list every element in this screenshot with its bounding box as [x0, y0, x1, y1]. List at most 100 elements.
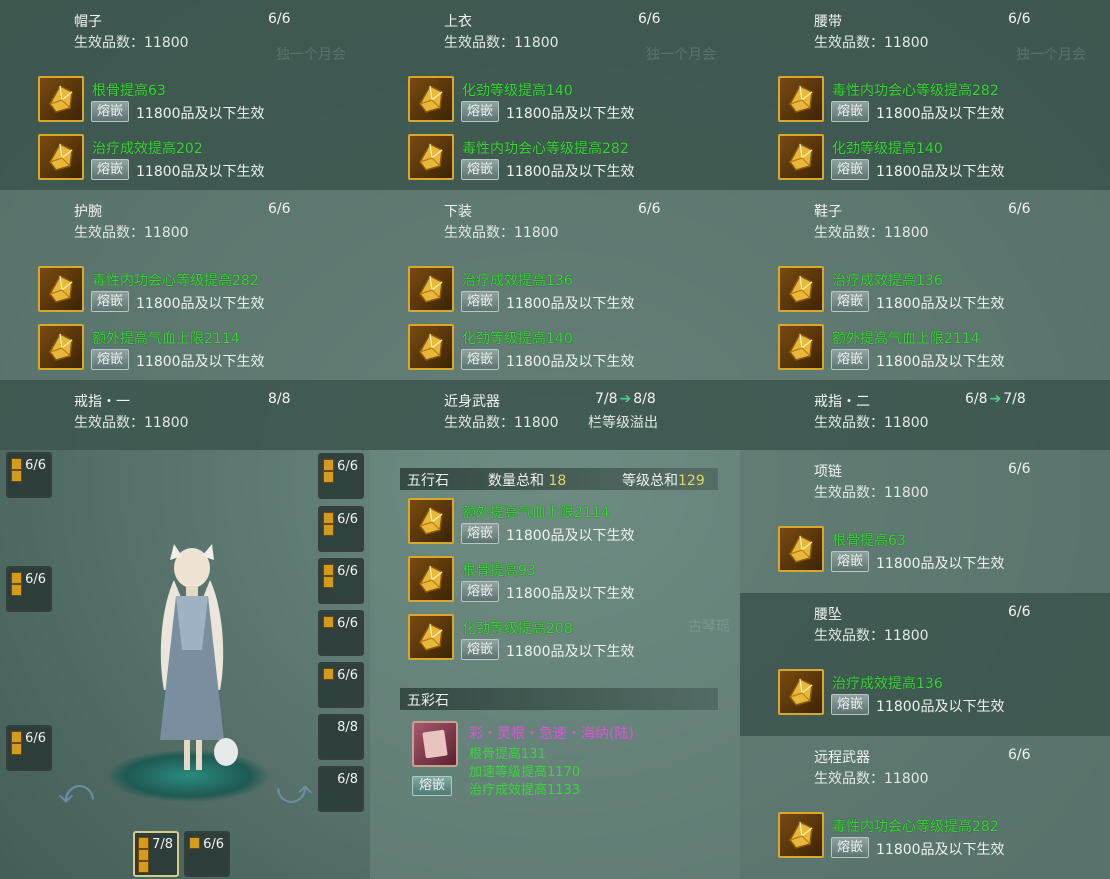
gem-icon[interactable] [38, 324, 84, 370]
panel-count: 6/6 [268, 201, 291, 217]
gem-rule: 11800品及以下生效 [136, 164, 265, 180]
gem-icon[interactable] [778, 134, 824, 180]
equip-slot[interactable]: 8/8 [318, 714, 364, 760]
slot-count: 7/8 [152, 837, 173, 852]
gem-slot-icon [323, 576, 334, 588]
equip-slot[interactable]: 6/6 [6, 725, 52, 771]
inlay-button[interactable]: 熔嵌 [91, 349, 130, 370]
wucai-name: 彩・灵根・急速・海纳(陆) [469, 726, 634, 742]
panel-title: 下装 [444, 204, 472, 220]
gem-icon[interactable] [408, 498, 454, 544]
gem-stat: 化劲等级提高208 [462, 621, 573, 637]
inlay-button[interactable]: 熔嵌 [461, 639, 500, 660]
inlay-button[interactable]: 熔嵌 [831, 349, 870, 370]
gem-icon[interactable] [778, 812, 824, 858]
arrow-right-icon: ➔ [989, 391, 1002, 407]
gem-stat: 根骨提高93 [462, 563, 536, 579]
gem-icon[interactable] [408, 614, 454, 660]
panel-title: 腰带 [814, 14, 842, 30]
equip-slot[interactable]: 6/6 [184, 831, 230, 877]
gem-icon[interactable] [778, 324, 824, 370]
gem-icon[interactable] [38, 266, 84, 312]
gem-icon[interactable] [38, 76, 84, 122]
equip-slot[interactable]: 6/6 [318, 662, 364, 708]
slot-count: 6/6 [337, 512, 358, 527]
panel-count: 7/8 ➔ 8/8 [595, 391, 656, 407]
gem-stat: 化劲等级提高140 [832, 141, 943, 157]
inlay-button[interactable]: 熔嵌 [91, 159, 130, 180]
gem-rule: 11800品及以下生效 [506, 528, 635, 544]
inlay-button[interactable]: 熔嵌 [461, 349, 500, 370]
gem-rule: 11800品及以下生效 [876, 164, 1005, 180]
gem-icon[interactable] [778, 266, 824, 312]
inlay-button[interactable]: 熔嵌 [831, 101, 870, 122]
gem-stat: 根骨提高63 [92, 83, 166, 99]
qty-label: 数量总和 [488, 473, 544, 489]
gem-slot-icon [138, 849, 149, 861]
gem-icon[interactable] [778, 669, 824, 715]
count-from: 7/8 [595, 391, 618, 407]
rotate-right-icon[interactable]: ⤻ [276, 772, 312, 812]
equip-slot[interactable]: 6/6 [318, 453, 364, 499]
gem-icon[interactable] [38, 134, 84, 180]
inlay-button[interactable]: 熔嵌 [461, 523, 500, 544]
gem-rule: 11800品及以下生效 [136, 354, 265, 370]
equip-slot[interactable]: 6/6 [6, 452, 52, 498]
equip-slot-selected[interactable]: 7/8 [133, 831, 179, 877]
inlay-button[interactable]: 熔嵌 [461, 291, 500, 312]
panel-title: 项链 [814, 464, 842, 480]
gem-stat: 治疗成效提高136 [832, 273, 943, 289]
gem-icon[interactable] [778, 526, 824, 572]
gem-slot-icon [323, 512, 334, 524]
inlay-button[interactable]: 熔嵌 [831, 694, 870, 715]
panel-melee-weapon: 近身武器 7/8 ➔ 8/8 生效品数：11800 栏等级溢出 [370, 380, 740, 450]
gem-icon[interactable] [408, 556, 454, 602]
panel-quality: 生效品数：11800 [814, 485, 929, 501]
equip-slot[interactable]: 6/6 [6, 566, 52, 612]
panel-quality: 生效品数：11800 [814, 415, 929, 431]
inlay-button[interactable]: 熔嵌 [831, 551, 870, 572]
gem-icon[interactable] [408, 324, 454, 370]
wucai-stone-icon[interactable] [412, 721, 458, 767]
gem-rule: 11800品及以下生效 [506, 106, 635, 122]
panel-ring-1: 戒指・一 8/8 生效品数：11800 [0, 380, 370, 450]
gem-stat: 毒性内功会心等级提高282 [92, 273, 259, 289]
gem-icon[interactable] [778, 76, 824, 122]
inlay-button[interactable]: 熔嵌 [831, 837, 870, 858]
gem-stat: 化劲等级提高140 [462, 331, 573, 347]
gem-slot-icon [323, 564, 334, 576]
equip-slot[interactable]: 6/6 [318, 558, 364, 604]
slot-count: 8/8 [337, 720, 358, 735]
inlay-button[interactable]: 熔嵌 [831, 291, 870, 312]
gem-slot-icon [11, 572, 22, 584]
slot-count: 6/6 [337, 668, 358, 683]
wucai-stat: 根骨提高131 [469, 747, 546, 762]
gem-rule: 11800品及以下生效 [876, 296, 1005, 312]
panel-ranged-weapon: 远程武器 6/6 生效品数：11800 毒性内功会心等级提高282 熔嵌 118… [740, 736, 1110, 879]
gem-slot-icon [323, 471, 334, 483]
inlay-button[interactable]: 熔嵌 [831, 159, 870, 180]
panel-count: 6/6 [1008, 11, 1031, 27]
gem-rule: 11800品及以下生效 [876, 556, 1005, 572]
gem-icon[interactable] [408, 76, 454, 122]
inlay-button[interactable]: 熔嵌 [91, 101, 130, 122]
gem-icon[interactable] [408, 134, 454, 180]
panel-count: 8/8 [268, 391, 291, 407]
inlay-button[interactable]: 熔嵌 [461, 581, 500, 602]
slot-count: 6/6 [337, 564, 358, 579]
panel-count: 6/6 [1008, 604, 1031, 620]
inlay-button[interactable]: 熔嵌 [91, 291, 130, 312]
equip-slot[interactable]: 6/6 [318, 506, 364, 552]
inlay-button[interactable]: 熔嵌 [461, 159, 500, 180]
inlay-button[interactable]: 熔嵌 [461, 101, 500, 122]
equip-slot[interactable]: 6/8 [318, 766, 364, 812]
panel-quality: 生效品数：11800 [444, 415, 559, 431]
equip-slot[interactable]: 6/6 [318, 610, 364, 656]
rotate-left-icon[interactable]: ⤺ [58, 772, 94, 812]
gem-slot-icon [11, 458, 22, 470]
wucai-inlay-button[interactable]: 熔嵌 [412, 776, 453, 796]
gem-slot-icon [138, 837, 149, 849]
gem-rule: 11800品及以下生效 [876, 699, 1005, 715]
gem-slot-icon [323, 459, 334, 471]
gem-icon[interactable] [408, 266, 454, 312]
